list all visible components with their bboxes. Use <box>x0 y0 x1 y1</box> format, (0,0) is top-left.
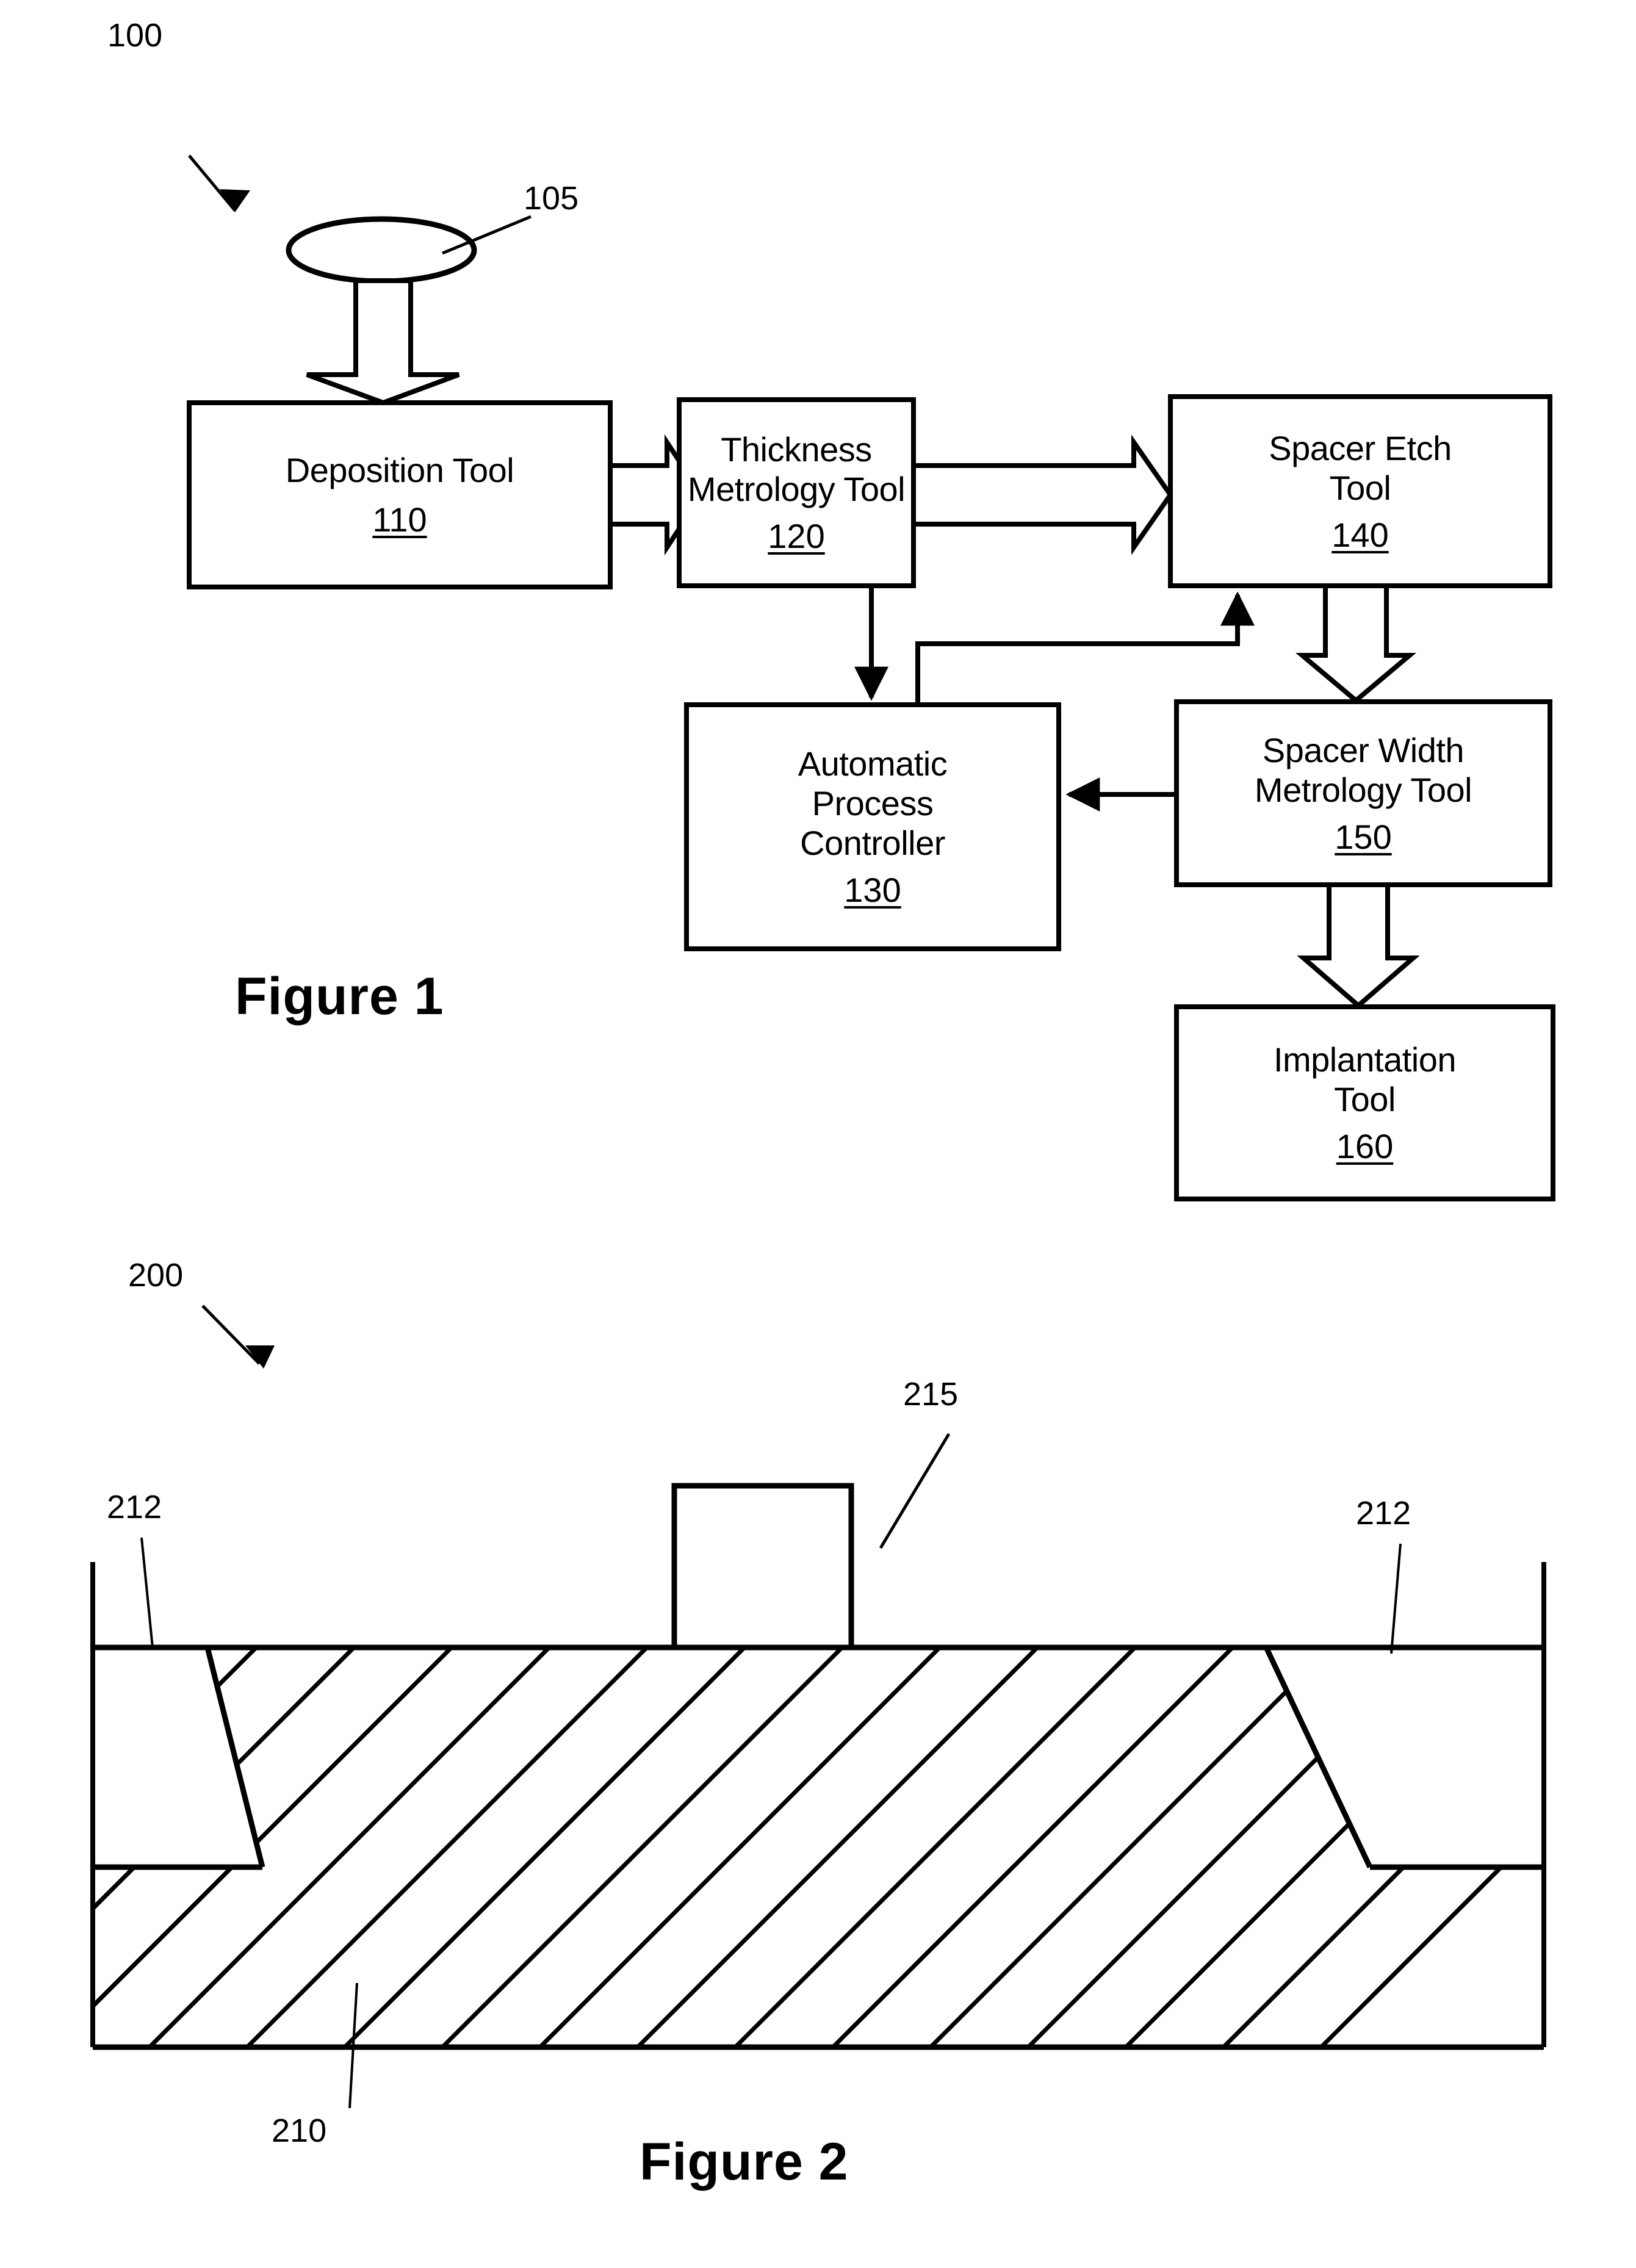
spacer-etch-tool-label-line2: Tool <box>1329 468 1391 507</box>
spacer-etch-tool-node[interactable]: Spacer Etch Tool 140 <box>1170 397 1550 586</box>
reference-numeral-215: 215 <box>903 1376 959 1413</box>
implantation-tool-node[interactable]: Implantation Tool 160 <box>1177 1007 1553 1199</box>
layer-profile-outline <box>93 1644 1544 2050</box>
spacer-width-metrology-tool-label-line2: Metrology Tool <box>1254 770 1472 809</box>
reference-numeral-105: 105 <box>524 180 579 217</box>
figure-1-caption: Figure 1 <box>235 967 444 1026</box>
wafer-ellipse-105 <box>286 216 477 284</box>
automatic-process-controller-label-line2: Process <box>812 784 934 823</box>
leader-212-right <box>1390 1543 1402 1654</box>
block-arrow-thickness-to-spacer-etch <box>911 434 1173 555</box>
implantation-tool-label-line1: Implantation <box>1273 1040 1457 1079</box>
leader-105 <box>442 215 532 255</box>
feedback-apc-to-spacer-etch <box>915 591 1255 705</box>
reference-numeral-212-right: 212 <box>1356 1495 1411 1532</box>
thickness-metrology-tool-node[interactable]: Thickness Metrology Tool 120 <box>679 400 913 586</box>
substrate-hatching-left-strip <box>93 1867 262 2047</box>
substrate-hatching-right-strip <box>1370 1867 1544 2047</box>
leader-100 <box>188 154 250 212</box>
spacer-width-metrology-tool-label-line1: Spacer Width <box>1262 730 1465 769</box>
figure-2-caption: Figure 2 <box>640 2133 849 2191</box>
deposition-tool-ref: 110 <box>372 500 427 539</box>
automatic-process-controller-label-line1: Automatic <box>798 744 948 783</box>
spacer-width-metrology-tool-ref: 150 <box>1335 817 1392 856</box>
gate-structure-215 <box>671 1483 854 1651</box>
leader-210 <box>348 1982 358 2109</box>
patent-drawing-sheet: 100 105 Deposition Tool 110 Thickness Me… <box>0 0 1636 2268</box>
leader-200 <box>201 1305 275 1369</box>
deposition-tool-label: Deposition Tool <box>285 451 514 489</box>
automatic-process-controller-node[interactable]: Automatic Process Controller 130 <box>686 705 1059 949</box>
figure-2-graphics <box>90 1305 1546 2109</box>
reference-numeral-100: 100 <box>107 17 163 54</box>
substrate-hatching-main <box>93 1647 1544 2047</box>
block-arrow-wafer-to-deposition <box>306 278 460 406</box>
automatic-process-controller-ref: 130 <box>844 871 901 909</box>
leader-212-left <box>140 1537 154 1648</box>
thickness-metrology-tool-label-line1: Thickness <box>721 430 872 469</box>
spacer-etch-tool-ref: 140 <box>1332 515 1389 554</box>
reference-numeral-212-left: 212 <box>107 1489 162 1525</box>
implantation-tool-label-line2: Tool <box>1334 1080 1396 1118</box>
leader-215 <box>879 1433 951 1549</box>
reference-numeral-200: 200 <box>128 1257 184 1294</box>
thickness-metrology-tool-ref: 120 <box>768 517 825 555</box>
block-arrow-spacer-etch-to-spacer-width <box>1295 583 1416 704</box>
deposition-tool-node[interactable]: Deposition Tool 110 <box>189 403 610 587</box>
thickness-metrology-tool-label-line2: Metrology Tool <box>687 470 906 508</box>
implantation-tool-ref: 160 <box>1336 1127 1394 1165</box>
reference-numeral-210: 210 <box>272 2112 327 2149</box>
spacer-etch-tool-label-line1: Spacer Etch <box>1269 428 1452 467</box>
spacer-width-metrology-tool-node[interactable]: Spacer Width Metrology Tool 150 <box>1177 702 1550 885</box>
automatic-process-controller-label-line3: Controller <box>800 824 945 862</box>
block-arrow-spacer-width-to-implantation <box>1297 882 1420 1009</box>
